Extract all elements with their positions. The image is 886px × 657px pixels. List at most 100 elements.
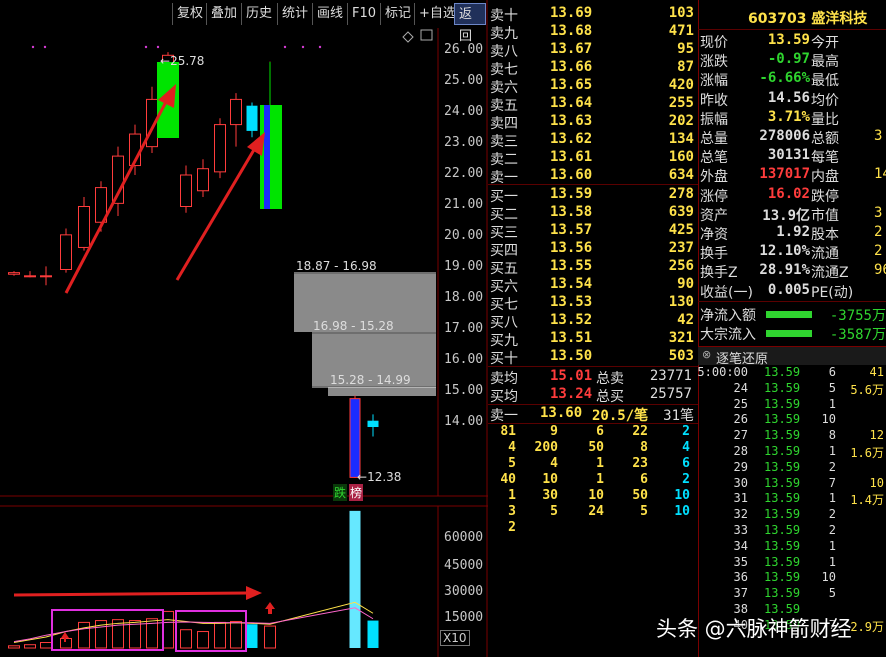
queue-cell: 2 bbox=[682, 472, 690, 487]
y-tick: 26.00 bbox=[444, 42, 484, 57]
limit-up-highlight-2 bbox=[260, 105, 282, 209]
stat-row: 净资 1.92 股本 2 bbox=[700, 224, 883, 243]
queue-cell: 1 bbox=[508, 488, 516, 503]
tick-row: 27 13.59 8 12 bbox=[733, 428, 884, 443]
stat-row: 换手Z28.91%流通Z96 bbox=[700, 262, 886, 282]
collapse-icon[interactable]: ⊗ bbox=[702, 348, 711, 361]
bid-level-row[interactable]: 买五 13.55 256 bbox=[488, 258, 698, 277]
candle-body bbox=[214, 124, 226, 173]
tick-row: 26 13.59 10 bbox=[733, 412, 836, 427]
queue-cell: 10 bbox=[542, 472, 558, 487]
tick-row: 37 13.59 5 bbox=[733, 586, 836, 601]
queue-header: 卖一 13.60 20.5/笔 31笔 bbox=[490, 405, 694, 424]
queue-cell: 10 bbox=[674, 488, 690, 503]
queue-cell: 5 bbox=[640, 504, 648, 519]
volume-bar bbox=[264, 625, 276, 649]
tick-row: 32 13.59 2 bbox=[733, 507, 836, 522]
queue-cell: 30 bbox=[542, 488, 558, 503]
bid-level-row[interactable]: 买三 13.57 425 bbox=[488, 222, 698, 241]
queue-cell: 23 bbox=[632, 456, 648, 471]
ask-level-row[interactable]: 卖三 13.62 134 bbox=[488, 131, 698, 150]
tick-row: 24 13.59 5 5.6万 bbox=[733, 380, 884, 397]
queue-cell: 6 bbox=[640, 472, 648, 487]
candle-body bbox=[60, 234, 72, 271]
volume-bar bbox=[214, 621, 226, 649]
stat-row: 振幅 3.71% 量比 bbox=[700, 108, 839, 128]
bid-level-row[interactable]: 买九 13.51 321 bbox=[488, 330, 698, 349]
candle-body bbox=[367, 420, 379, 427]
candle-body bbox=[230, 98, 242, 126]
bid-level-row[interactable]: 买八 13.52 42 bbox=[488, 312, 698, 331]
price-axis: 26.00 25.00 24.00 23.00 22.00 21.00 20.0… bbox=[438, 42, 488, 492]
y-tick: 22.00 bbox=[444, 166, 484, 181]
bid-level-row[interactable]: 买二 13.58 639 bbox=[488, 204, 698, 223]
stat-row: 总量 278006 总额 3 bbox=[700, 128, 883, 147]
stat-row: 昨收 14.56 均价 bbox=[700, 89, 839, 109]
candle-body bbox=[180, 174, 192, 207]
bid-level-row[interactable]: 买七 13.53 130 bbox=[488, 294, 698, 313]
volume-bar bbox=[230, 620, 242, 649]
tick-row: 36 13.59 10 bbox=[733, 570, 836, 585]
drop-tag[interactable]: 跌 bbox=[333, 484, 348, 501]
y-tick: 19.00 bbox=[444, 259, 484, 274]
ask-level-row[interactable]: 卖五 13.64 255 bbox=[488, 95, 698, 114]
vol-tick: 60000 bbox=[444, 530, 484, 545]
y-tick: 21.00 bbox=[444, 197, 484, 212]
ask-level-row[interactable]: 卖九 13.68 471 bbox=[488, 23, 698, 42]
tick-row: 31 13.59 1 1.4万 bbox=[733, 491, 884, 508]
bid-level-row[interactable]: 买一 13.59 278 bbox=[488, 186, 698, 205]
window-icon[interactable] bbox=[420, 29, 433, 41]
y-tick: 16.00 bbox=[444, 352, 484, 367]
ask-level-row[interactable]: 卖六 13.65 420 bbox=[488, 77, 698, 96]
queue-cell: 10 bbox=[674, 504, 690, 519]
range-label-3: 15.28 - 14.99 bbox=[330, 373, 411, 387]
bid-level-row[interactable]: 买六 13.54 90 bbox=[488, 276, 698, 295]
volume-bar bbox=[246, 624, 258, 648]
ask-level-row[interactable]: 卖二 13.61 160 bbox=[488, 149, 698, 168]
ask-level-row[interactable]: 卖四 13.63 202 bbox=[488, 113, 698, 132]
stock-title: 603703 盛洋科技 bbox=[748, 11, 868, 27]
bid-level-row[interactable]: 买十 13.50 503 bbox=[488, 348, 698, 367]
y-tick: 20.00 bbox=[444, 228, 484, 243]
queue-cell: 4 bbox=[508, 440, 516, 455]
vol-tick: 30000 bbox=[444, 584, 484, 599]
bid-level-row[interactable]: 买四 13.56 237 bbox=[488, 240, 698, 259]
stat-row: 外盘137017内盘14 bbox=[700, 166, 886, 186]
tick-row: 29 13.59 2 bbox=[733, 459, 836, 474]
queue-cell: 40 bbox=[500, 472, 516, 487]
block-inflow-row: 大宗流入 -3587万 bbox=[700, 327, 886, 343]
diamond-icon[interactable] bbox=[402, 31, 414, 43]
queue-cell: 1 bbox=[596, 472, 604, 487]
stat-row: 换手 12.10% 流通 2 bbox=[700, 243, 883, 263]
net-inflow-row: 净流入额 -3755万 bbox=[700, 308, 886, 324]
stat-row: 涨跌 -0.97 最高 bbox=[700, 51, 839, 71]
queue-cell: 50 bbox=[588, 440, 604, 455]
stock-info-panel: 603703 盛洋科技 现价 13.59 今开 涨跌 -0.97 最高 涨幅 -6.66% 最低… bbox=[698, 0, 886, 657]
queue-cell: 24 bbox=[588, 504, 604, 519]
vol-tick: 15000 bbox=[444, 610, 484, 625]
ask-level-row[interactable]: 卖八 13.67 95 bbox=[488, 41, 698, 60]
volume-bar bbox=[8, 645, 20, 649]
queue-cell: 4 bbox=[550, 456, 558, 471]
queue-cell: 5 bbox=[550, 504, 558, 519]
ask-level-row[interactable]: 卖十 13.69 103 bbox=[488, 5, 698, 24]
ticks-header[interactable]: ⊗ 逐笔还原 bbox=[698, 346, 886, 367]
volume-bar bbox=[162, 610, 174, 649]
volume-bar bbox=[24, 644, 36, 649]
arrow-annotation-1 bbox=[64, 84, 176, 294]
volume-bar bbox=[180, 629, 192, 649]
ask-average-row: 卖均 15.01 总卖 23771 bbox=[490, 368, 692, 387]
queue-cell: 2 bbox=[508, 520, 516, 535]
y-tick: 14.00 bbox=[444, 414, 484, 429]
queue-cell: 9 bbox=[550, 424, 558, 439]
queue-cell: 5 bbox=[508, 456, 516, 471]
y-tick: 15.00 bbox=[444, 383, 484, 398]
tick-row: 35 13.59 1 bbox=[733, 554, 836, 569]
volume-bar bbox=[367, 620, 379, 648]
price-chart[interactable] bbox=[0, 0, 488, 657]
candle-body bbox=[24, 275, 36, 278]
rank-tag[interactable]: 榜 bbox=[349, 484, 364, 501]
stat-row: 现价 13.59 今开 bbox=[700, 32, 839, 51]
range-box-3 bbox=[328, 387, 436, 396]
ask-level-row[interactable]: 卖七 13.66 87 bbox=[488, 59, 698, 78]
